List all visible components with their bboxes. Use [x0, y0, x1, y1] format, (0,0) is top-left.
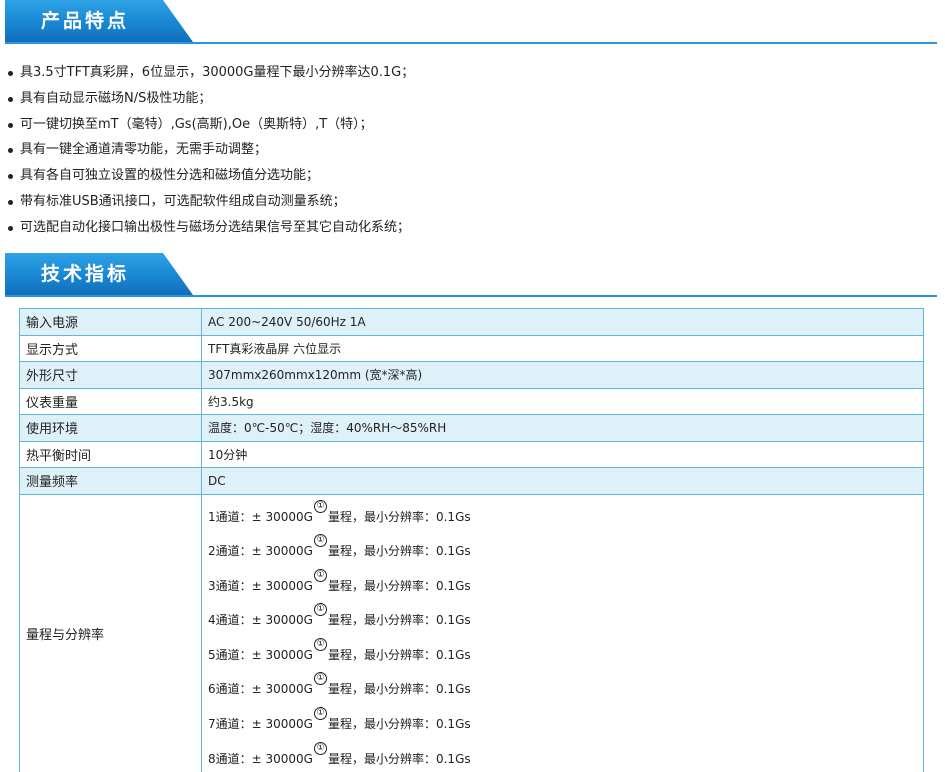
spec-row: 使用环境 温度：0℃-50℃；湿度：40%RH～85%RH: [19, 414, 924, 442]
footnote-circle-icon: ①: [313, 568, 327, 582]
spec-label: 热平衡时间: [19, 440, 202, 468]
feature-text: 具有各自可独立设置的极性分选和磁场值分选功能；: [20, 168, 320, 184]
channel-range-suffix: 量程，最小分辨率：0.1Gs: [327, 578, 471, 593]
spec-row: 输入电源 AC 200~240V 50/60Hz 1A: [19, 308, 924, 336]
footnote-circle-icon: ①: [313, 672, 327, 686]
spec-value: DC: [201, 467, 924, 495]
spec-value: 约3.5kg: [201, 387, 924, 415]
channel-range-line: 4通道：± 30000G①量程，最小分辨率：0.1Gs: [208, 600, 917, 635]
channel-range-suffix: 量程，最小分辨率：0.1Gs: [327, 647, 471, 662]
spec-label: 输入电源: [19, 308, 202, 336]
features-list: 具3.5寸TFT真彩屏，6位显示，30000G量程下最小分辨率达0.1G； 具有…: [6, 61, 414, 242]
spec-row-ranges: 量程与分辨率 1通道：± 30000G①量程，最小分辨率：0.1Gs 2通道：±…: [19, 493, 924, 772]
spec-label: 外形尺寸: [19, 361, 202, 389]
channel-range-line: 3通道：± 30000G①量程，最小分辨率：0.1Gs: [208, 566, 917, 601]
footnote-circle-icon: ①: [313, 637, 327, 651]
channel-range-list: 1通道：± 30000G①量程，最小分辨率：0.1Gs 2通道：± 30000G…: [201, 493, 924, 772]
spec-value: 10分钟: [201, 440, 924, 468]
bullet-icon: [8, 96, 13, 102]
channel-range-line: 8通道：± 30000G①量程，最小分辨率：0.1Gs: [208, 739, 917, 772]
spec-row: 测量频率 DC: [19, 467, 924, 495]
footnote-circle-icon: ①: [313, 603, 327, 617]
channel-range-line: 7通道：± 30000G①量程，最小分辨率：0.1Gs: [208, 704, 917, 739]
spec-label: 仪表重量: [19, 387, 202, 415]
spec-value: 307mmx260mmx120mm (宽*深*高): [201, 361, 924, 389]
specs-section-header: 技术指标: [5, 253, 937, 297]
channel-range-prefix: 1通道：± 30000G: [208, 509, 313, 524]
spec-row: 外形尺寸 307mmx260mmx120mm (宽*深*高): [19, 361, 924, 389]
footnote-circle-icon: ①: [313, 499, 327, 513]
bullet-icon: [8, 199, 13, 205]
channel-range-line: 6通道：± 30000G①量程，最小分辨率：0.1Gs: [208, 669, 917, 704]
spec-row: 仪表重量 约3.5kg: [19, 387, 924, 415]
feature-text: 可一键切换至mT（毫特）,Gs(高斯),Oe（奥斯特）,T（特）；: [20, 116, 373, 132]
feature-text: 可选配自动化接口输出极性与磁场分选结果信号至其它自动化系统；: [20, 219, 411, 235]
feature-item: 具3.5寸TFT真彩屏，6位显示，30000G量程下最小分辨率达0.1G；: [6, 61, 414, 87]
bullet-icon: [8, 148, 13, 154]
channel-range-suffix: 量程，最小分辨率：0.1Gs: [327, 509, 471, 524]
spec-value: AC 200~240V 50/60Hz 1A: [201, 308, 924, 336]
bullet-icon: [8, 225, 13, 231]
channel-range-suffix: 量程，最小分辨率：0.1Gs: [327, 544, 471, 559]
channel-range-suffix: 量程，最小分辨率：0.1Gs: [327, 751, 471, 766]
channel-range-prefix: 5通道：± 30000G: [208, 647, 313, 662]
spec-value: TFT真彩液晶屏 六位显示: [201, 334, 924, 362]
spec-label: 测量频率: [19, 467, 202, 495]
channel-range-prefix: 6通道：± 30000G: [208, 682, 313, 697]
feature-item: 具有各自可独立设置的极性分选和磁场值分选功能；: [6, 164, 414, 190]
channel-range-line: 1通道：± 30000G①量程，最小分辨率：0.1Gs: [208, 497, 917, 532]
channel-range-line: 2通道：± 30000G①量程，最小分辨率：0.1Gs: [208, 531, 917, 566]
footnote-circle-icon: ①: [313, 534, 327, 548]
channel-range-line: 5通道：± 30000G①量程，最小分辨率：0.1Gs: [208, 635, 917, 670]
channel-range-suffix: 量程，最小分辨率：0.1Gs: [327, 717, 471, 732]
spec-row: 显示方式 TFT真彩液晶屏 六位显示: [19, 334, 924, 362]
footnote-circle-icon: ①: [313, 741, 327, 755]
channel-range-prefix: 7通道：± 30000G: [208, 717, 313, 732]
channel-range-prefix: 3通道：± 30000G: [208, 578, 313, 593]
feature-item: 可选配自动化接口输出极性与磁场分选结果信号至其它自动化系统；: [6, 216, 414, 242]
feature-item: 带有标准USB通讯接口，可选配软件组成自动测量系统；: [6, 190, 414, 216]
channel-range-suffix: 量程，最小分辨率：0.1Gs: [327, 613, 471, 628]
specs-section-title: 技术指标: [41, 263, 130, 285]
feature-item: 可一键切换至mT（毫特）,Gs(高斯),Oe（奥斯特）,T（特）；: [6, 113, 414, 139]
spec-row: 热平衡时间 10分钟: [19, 440, 924, 468]
feature-text: 带有标准USB通讯接口，可选配软件组成自动测量系统；: [20, 193, 346, 209]
feature-text: 具3.5寸TFT真彩屏，6位显示，30000G量程下最小分辨率达0.1G；: [20, 65, 415, 80]
feature-text: 具有一键全通道清零功能，无需手动调整；: [20, 142, 268, 158]
spec-label: 量程与分辨率: [19, 493, 202, 772]
channel-range-prefix: 8通道：± 30000G: [208, 751, 313, 766]
features-title-underline: [5, 42, 937, 44]
specs-title-underline: [5, 295, 937, 297]
feature-item: 具有一键全通道清零功能，无需手动调整；: [6, 138, 414, 164]
bullet-icon: [8, 71, 13, 76]
bullet-icon: [8, 122, 13, 128]
channel-range-prefix: 4通道：± 30000G: [208, 613, 313, 628]
channel-range-suffix: 量程，最小分辨率：0.1Gs: [327, 682, 471, 697]
spec-value: 温度：0℃-50℃；湿度：40%RH～85%RH: [201, 414, 924, 442]
footnote-circle-icon: ①: [313, 707, 327, 721]
spec-label: 显示方式: [19, 334, 202, 362]
feature-item: 具有自动显示磁场N/S极性功能；: [6, 87, 414, 113]
features-section-title: 产品特点: [41, 10, 130, 32]
bullet-icon: [8, 174, 13, 180]
channel-range-prefix: 2通道：± 30000G: [208, 544, 313, 559]
features-section-header: 产品特点: [5, 0, 937, 44]
spec-label: 使用环境: [19, 414, 202, 442]
feature-text: 具有自动显示磁场N/S极性功能；: [20, 90, 212, 106]
spec-table: 输入电源 AC 200~240V 50/60Hz 1A 显示方式 TFT真彩液晶…: [19, 308, 924, 772]
